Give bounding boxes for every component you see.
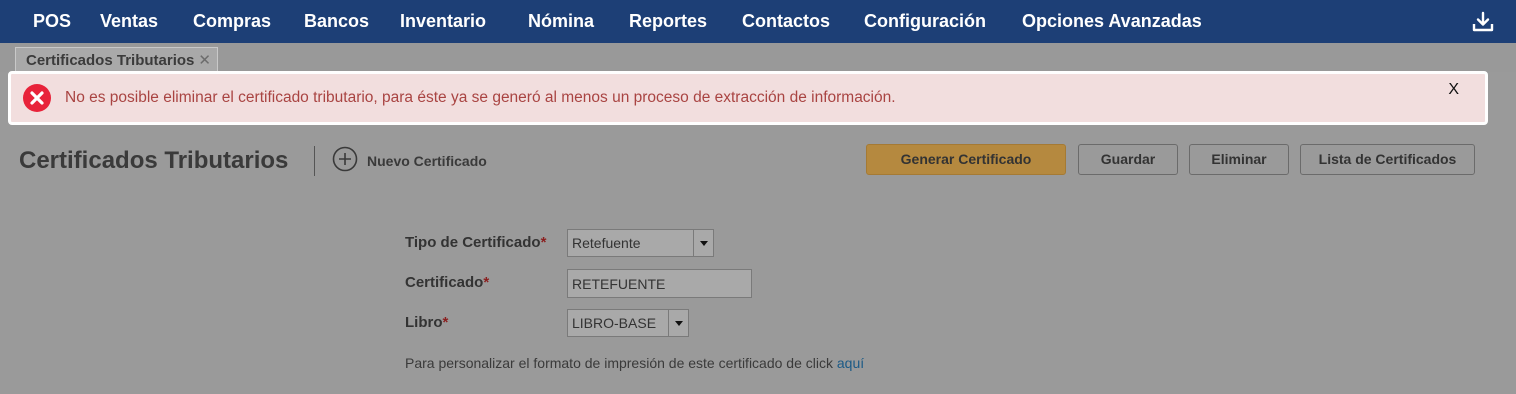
help-text: Para personalizar el formato de impresió…	[405, 355, 837, 371]
required-marker: *	[540, 234, 547, 251]
nav-reportes[interactable]: Reportes	[629, 0, 707, 43]
tipo-certificado-label: Tipo de Certificado*	[405, 234, 546, 251]
libro-label-text: Libro	[405, 314, 443, 331]
required-marker: *	[483, 274, 490, 291]
alert-close-button[interactable]: X	[1448, 80, 1459, 100]
required-marker: *	[442, 314, 449, 331]
new-certificate-button[interactable]: Nuevo Certificado	[332, 146, 487, 177]
nav-opciones-avanzadas[interactable]: Opciones Avanzadas	[1022, 0, 1202, 43]
nav-ventas[interactable]: Ventas	[100, 0, 158, 43]
alert-message: No es posible eliminar el certificado tr…	[65, 89, 896, 106]
top-navbar: POS Ventas Compras Bancos Inventario Nóm…	[0, 0, 1516, 44]
nav-inventario[interactable]: Inventario	[400, 0, 486, 43]
print-format-help: Para personalizar el formato de impresió…	[405, 355, 864, 371]
tipo-certificado-select[interactable]: Retefuente	[567, 229, 714, 257]
customize-format-link[interactable]: aquí	[837, 355, 864, 371]
chevron-down-icon[interactable]	[668, 310, 688, 336]
save-button[interactable]: Guardar	[1078, 144, 1178, 175]
nav-nomina[interactable]: Nómina	[528, 0, 594, 43]
download-icon[interactable]	[1472, 11, 1494, 33]
plus-circle-icon	[332, 146, 358, 177]
title-divider	[314, 146, 315, 176]
certificate-list-button[interactable]: Lista de Certificados	[1300, 144, 1475, 175]
nav-compras[interactable]: Compras	[193, 0, 271, 43]
nav-contactos[interactable]: Contactos	[742, 0, 830, 43]
generate-certificate-button[interactable]: Generar Certificado	[866, 144, 1066, 175]
libro-label: Libro*	[405, 314, 448, 331]
delete-button[interactable]: Eliminar	[1189, 144, 1289, 175]
tab-certificados-tributarios[interactable]: Certificados Tributarios ✕	[15, 47, 218, 72]
tab-label: Certificados Tributarios	[26, 51, 195, 69]
page-title: Certificados Tributarios	[19, 147, 289, 174]
new-certificate-label: Nuevo Certificado	[367, 153, 487, 169]
error-alert: No es posible eliminar el certificado tr…	[8, 71, 1488, 125]
error-circle-icon	[23, 84, 51, 112]
nav-bancos[interactable]: Bancos	[304, 0, 369, 43]
certificado-label: Certificado*	[405, 274, 489, 291]
tipo-certificado-value: Retefuente	[572, 235, 641, 251]
tab-strip: Certificados Tributarios ✕	[0, 43, 1516, 72]
nav-configuracion[interactable]: Configuración	[864, 0, 986, 43]
tipo-certificado-label-text: Tipo de Certificado	[405, 234, 541, 251]
tab-close-icon[interactable]: ✕	[198, 53, 211, 68]
certificado-label-text: Certificado	[405, 274, 484, 291]
libro-select[interactable]: LIBRO-BASE	[567, 309, 689, 337]
nav-pos[interactable]: POS	[33, 0, 71, 43]
chevron-down-icon[interactable]	[693, 230, 713, 256]
libro-value: LIBRO-BASE	[572, 315, 657, 331]
certificado-input[interactable]	[567, 269, 752, 298]
